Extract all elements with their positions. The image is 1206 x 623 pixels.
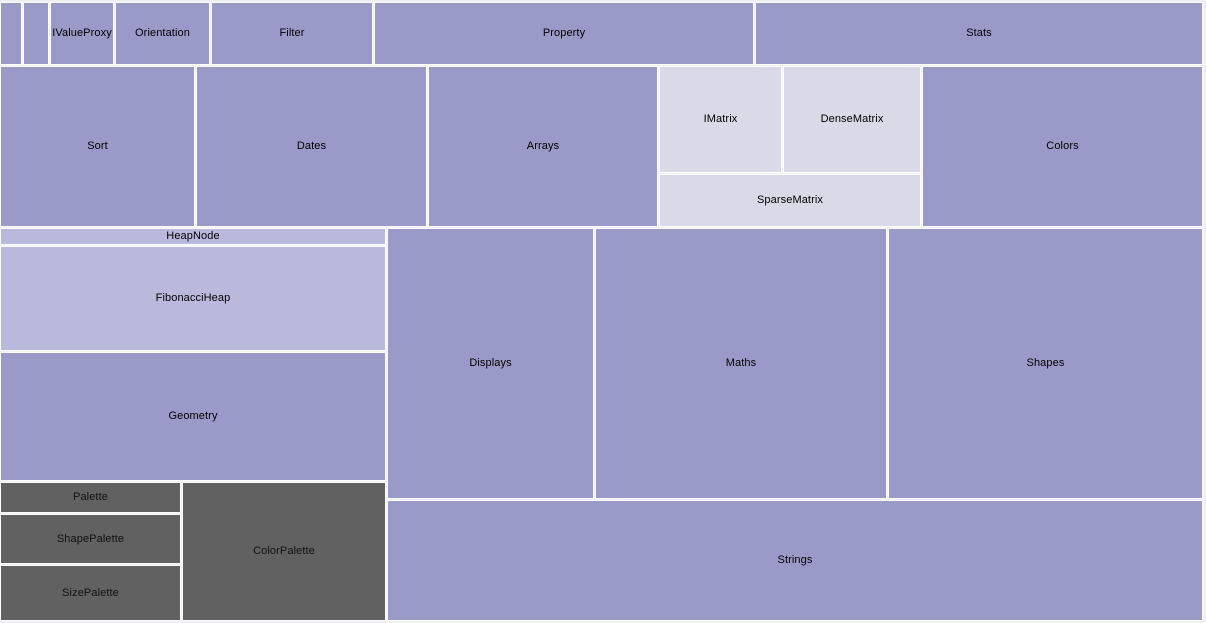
treemap-cell-fibonacciheap[interactable]: FibonacciHeap [0, 246, 386, 351]
treemap-cell-label: ColorPalette [253, 545, 315, 557]
treemap-cell-label: Dates [296, 140, 327, 152]
treemap-cell-ivalueproxy[interactable]: IValueProxy [50, 2, 114, 65]
treemap-cell-strings[interactable]: Strings [387, 500, 1203, 621]
treemap-cell-sizepalette[interactable]: SizePalette [0, 565, 181, 621]
treemap-cell-label: ShapePalette [56, 532, 125, 545]
treemap-cell-label: Strings [777, 554, 813, 566]
treemap-cell-label: Colors [1046, 140, 1079, 152]
treemap-cell-stats[interactable]: Stats [755, 2, 1203, 65]
treemap-cell-dates[interactable]: Dates [196, 66, 427, 227]
treemap-cell-sort[interactable]: Sort [0, 66, 195, 227]
treemap-cell-shapepalette[interactable]: ShapePalette [0, 514, 181, 564]
treemap-cell-label: FibonacciHeap [155, 292, 231, 304]
treemap-cell-label: HeapNode [166, 230, 220, 242]
treemap-cell-label: IMatrix [703, 113, 738, 125]
treemap-cell-label: SparseMatrix [757, 194, 823, 206]
treemap-cell-shapes[interactable]: Shapes [888, 228, 1203, 499]
treemap-cell-orientation[interactable]: Orientation [115, 2, 210, 65]
treemap-chart: IValueProxy Orientation Filter Property Stat… [0, 0, 1206, 623]
treemap-cell-unlabeled-0[interactable] [0, 2, 22, 65]
treemap-cell-label: Palette [73, 491, 108, 503]
treemap-cell-label: Sort [87, 140, 108, 152]
treemap-cell-label: Orientation [135, 27, 190, 39]
treemap-cell-imatrix[interactable]: IMatrix [659, 66, 782, 173]
treemap-cell-label: Displays [469, 357, 512, 369]
treemap-cell-label: Stats [966, 27, 992, 39]
treemap-cell-label: Arrays [526, 140, 560, 152]
treemap-cell-geometry[interactable]: Geometry [0, 352, 386, 481]
treemap-cell-maths[interactable]: Maths [595, 228, 887, 499]
treemap-cell-label: Maths [725, 357, 757, 369]
treemap-cell-label: DenseMatrix [820, 113, 884, 125]
treemap-cell-palette[interactable]: Palette [0, 482, 181, 513]
treemap-cell-densematrix[interactable]: DenseMatrix [783, 66, 921, 173]
treemap-cell-sparsematrix[interactable]: SparseMatrix [659, 174, 921, 227]
treemap-cell-heapnode[interactable]: HeapNode [0, 228, 386, 245]
treemap-cell-filter[interactable]: Filter [211, 2, 373, 65]
treemap-cell-displays[interactable]: Displays [387, 228, 594, 499]
treemap-cell-arrays[interactable]: Arrays [428, 66, 658, 227]
treemap-cell-unlabeled-1[interactable] [23, 2, 49, 65]
treemap-cell-label: Shapes [1026, 357, 1065, 369]
treemap-cell-label: Property [542, 27, 586, 39]
treemap-cell-label: Filter [279, 27, 305, 39]
treemap-cell-label: SizePalette [62, 586, 119, 599]
treemap-cell-label: IValueProxy [52, 27, 112, 39]
treemap-cell-colorpalette[interactable]: ColorPalette [182, 482, 386, 621]
treemap-cell-colors[interactable]: Colors [922, 66, 1203, 227]
treemap-cell-label: Geometry [168, 410, 218, 422]
treemap-cell-property[interactable]: Property [374, 2, 754, 65]
